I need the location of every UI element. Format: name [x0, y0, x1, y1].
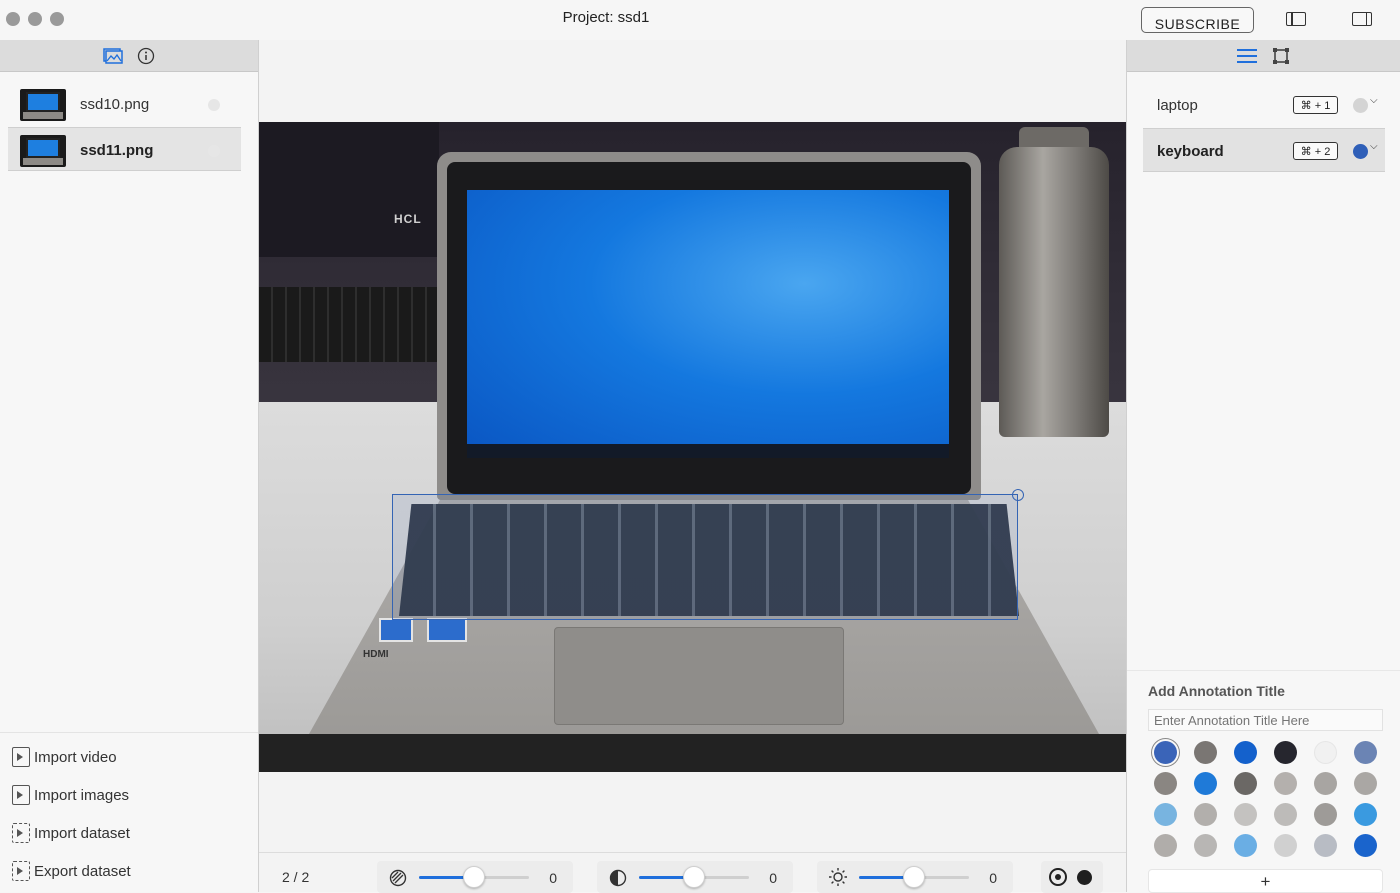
toggle-right-sidebar-icon[interactable] [1352, 12, 1372, 26]
annotated-image[interactable]: HCL HDMI [259, 122, 1126, 772]
add-annotation-button[interactable]: + [1148, 869, 1383, 893]
subscribe-button[interactable]: SUBSCRIBE [1141, 7, 1254, 33]
color-swatch[interactable] [1194, 834, 1217, 857]
import-dataset-icon [12, 823, 30, 843]
crosshair-group [1041, 861, 1103, 893]
file-thumbnail [20, 89, 66, 121]
contrast-icon [609, 869, 627, 887]
right-sidebar-tabs [1127, 40, 1400, 72]
import-images-label: Import images [34, 786, 130, 804]
color-swatch[interactable] [1194, 741, 1217, 764]
color-swatch[interactable] [1274, 803, 1297, 826]
page-counter: 2 / 2 [282, 869, 310, 885]
window-title: Project: ssd1 [562, 9, 650, 26]
brightness-slider-group: 0 [817, 861, 1013, 893]
bounding-box-tab-icon[interactable] [1271, 46, 1291, 66]
opacity-value: 0 [549, 870, 557, 886]
brightness-slider[interactable] [903, 866, 925, 888]
color-swatch[interactable] [1154, 834, 1177, 857]
info-tab-icon[interactable] [137, 47, 155, 65]
chevron-down-icon[interactable]: ⌵ [1370, 141, 1378, 152]
import-dataset-button[interactable]: Import dataset [12, 821, 130, 845]
file-status-dot [208, 145, 220, 157]
bounding-box-resize-handle[interactable] [1012, 489, 1024, 501]
left-sidebar-tabs [0, 40, 258, 72]
import-images-button[interactable]: Import images [12, 783, 129, 807]
import-video-icon [12, 747, 30, 767]
contrast-slider[interactable] [683, 866, 705, 888]
file-item-ssd11[interactable]: ssd11.png [8, 127, 241, 171]
title-bar: Project: ssd1 SUBSCRIBE [0, 0, 1400, 40]
labels-list-tab-icon[interactable] [1236, 48, 1257, 63]
color-swatch[interactable] [1194, 772, 1217, 795]
file-thumbnail [20, 135, 66, 167]
color-swatch[interactable] [1314, 803, 1337, 826]
color-swatch[interactable] [1154, 741, 1177, 764]
label-color-picker[interactable] [1353, 98, 1368, 113]
color-swatch[interactable] [1234, 803, 1257, 826]
color-swatch[interactable] [1274, 834, 1297, 857]
label-shortcut: ⌘ + 2 [1293, 142, 1338, 160]
contrast-slider-group: 0 [597, 861, 793, 893]
color-swatch[interactable] [1274, 741, 1297, 764]
crosshair-toggle-icon[interactable] [1049, 868, 1067, 886]
file-item-ssd10[interactable]: ssd10.png [8, 82, 241, 126]
right-sidebar: laptop ⌘ + 1 ⌵ keyboard ⌘ + 2 ⌵ Add Anno… [1126, 40, 1400, 893]
contrast-value: 0 [769, 870, 777, 886]
color-swatch[interactable] [1354, 772, 1377, 795]
color-swatch[interactable] [1354, 834, 1377, 857]
label-name: keyboard [1157, 143, 1224, 160]
color-swatch[interactable] [1234, 772, 1257, 795]
export-dataset-button[interactable]: Export dataset [12, 859, 131, 883]
file-name: ssd10.png [80, 96, 150, 113]
color-swatch[interactable] [1194, 803, 1217, 826]
add-annotation-heading: Add Annotation Title [1148, 683, 1285, 699]
annotation-title-input[interactable] [1148, 709, 1383, 731]
images-tab-icon[interactable] [103, 47, 123, 64]
color-swatch[interactable] [1234, 741, 1257, 764]
import-video-label: Import video [34, 748, 117, 766]
hdmi-port-text: HDMI [363, 649, 389, 660]
bottom-toolbar: 2 / 2 0 0 0 [259, 852, 1126, 893]
annotation-canvas[interactable]: HCL HDMI [259, 40, 1126, 852]
toggle-left-sidebar-icon[interactable] [1286, 12, 1306, 26]
color-swatch[interactable] [1354, 803, 1377, 826]
color-swatch[interactable] [1314, 834, 1337, 857]
file-name: ssd11.png [80, 142, 154, 159]
color-swatch[interactable] [1234, 834, 1257, 857]
label-row-laptop[interactable]: laptop ⌘ + 1 ⌵ [1143, 83, 1385, 127]
add-annotation-panel: Add Annotation Title + [1127, 670, 1400, 893]
label-color-picker[interactable] [1353, 144, 1368, 159]
monitor-brand-text: HCL [394, 212, 422, 226]
brightness-value: 0 [989, 870, 997, 886]
opacity-slider-group: 0 [377, 861, 573, 893]
brightness-icon [829, 868, 847, 886]
export-dataset-icon [12, 861, 30, 881]
hatch-icon [389, 869, 407, 887]
import-images-icon [12, 785, 30, 805]
left-sidebar: ssd10.png ssd11.png Import video Import … [0, 40, 259, 892]
bounding-box-keyboard[interactable] [392, 494, 1018, 620]
label-shortcut: ⌘ + 1 [1293, 96, 1338, 114]
color-swatch[interactable] [1154, 803, 1177, 826]
chevron-down-icon[interactable]: ⌵ [1370, 95, 1378, 106]
color-swatch[interactable] [1314, 772, 1337, 795]
color-swatch[interactable] [1154, 772, 1177, 795]
export-dataset-label: Export dataset [34, 862, 131, 880]
import-dataset-label: Import dataset [34, 824, 130, 842]
color-swatch[interactable] [1274, 772, 1297, 795]
file-status-dot [208, 99, 220, 111]
import-video-button[interactable]: Import video [12, 745, 117, 769]
import-export-actions: Import video Import images Import datase… [0, 732, 258, 892]
color-swatch[interactable] [1314, 741, 1337, 764]
color-swatch[interactable] [1354, 741, 1377, 764]
crosshair-color-button[interactable] [1077, 870, 1092, 885]
opacity-slider[interactable] [463, 866, 485, 888]
label-row-keyboard[interactable]: keyboard ⌘ + 2 ⌵ [1143, 128, 1385, 172]
label-name: laptop [1157, 97, 1198, 114]
